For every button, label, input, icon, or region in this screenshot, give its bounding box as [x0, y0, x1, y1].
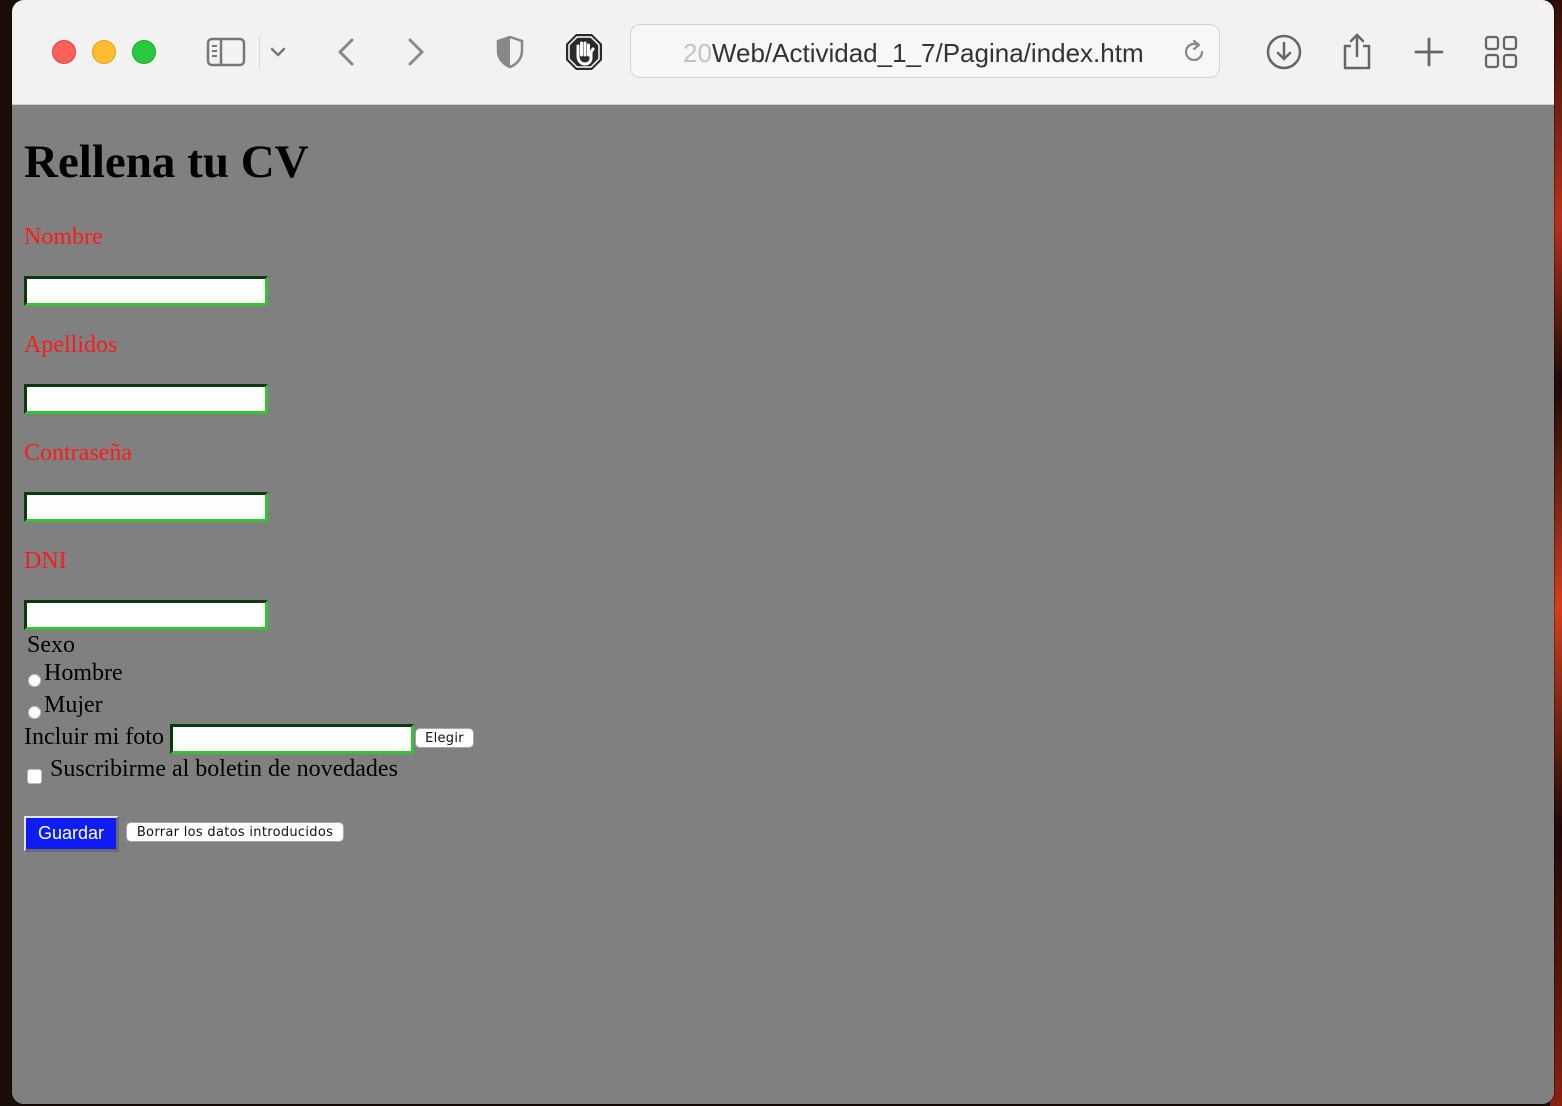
share-icon[interactable] — [1337, 32, 1377, 72]
reload-icon[interactable] — [1179, 37, 1209, 67]
plus-icon[interactable] — [1409, 32, 1449, 72]
foto-file-field[interactable] — [170, 724, 414, 754]
address-url: 20Web/Actividad_1_7/Pagina/index.htm — [683, 38, 1144, 68]
browser-window: 20Web/Actividad_1_7/Pagina/index.htm Rel… — [12, 0, 1554, 1104]
page-title: Rellena tu CV — [24, 136, 309, 188]
mujer-label: Mujer — [44, 692, 103, 718]
boletin-label: Suscribirme al boletin de novedades — [50, 756, 398, 782]
download-icon[interactable] — [1264, 32, 1304, 72]
back-icon[interactable] — [326, 32, 366, 72]
sidebar-icon[interactable] — [206, 32, 246, 72]
nombre-label: Nombre — [24, 224, 103, 250]
window-zoom-button[interactable] — [132, 40, 156, 64]
tabs-grid-icon[interactable] — [1481, 32, 1521, 72]
dni-label: DNI — [24, 548, 67, 574]
hombre-label: Hombre — [44, 660, 123, 686]
forward-icon[interactable] — [396, 32, 436, 72]
contrasena-input[interactable] — [24, 492, 268, 522]
address-bar[interactable]: 20Web/Actividad_1_7/Pagina/index.htm — [630, 24, 1220, 78]
hombre-radio[interactable] — [28, 674, 41, 687]
save-button[interactable]: Guardar — [24, 816, 119, 852]
toolbar-divider — [259, 36, 260, 70]
window-minimize-button[interactable] — [92, 40, 116, 64]
browser-toolbar: 20Web/Actividad_1_7/Pagina/index.htm — [12, 0, 1554, 105]
reset-button[interactable]: Borrar los datos introducidos — [126, 822, 344, 842]
sexo-legend: Sexo — [27, 632, 75, 658]
dni-input[interactable] — [24, 600, 268, 630]
chevron-down-icon[interactable] — [268, 32, 288, 72]
contrasena-label: Contraseña — [24, 440, 132, 466]
nombre-input[interactable] — [24, 276, 268, 306]
apellidos-input[interactable] — [24, 384, 268, 414]
boletin-checkbox[interactable] — [27, 769, 42, 784]
mujer-radio[interactable] — [28, 706, 41, 719]
choose-file-button[interactable]: Elegir — [415, 728, 474, 748]
page-content: Rellena tu CV Nombre Apellidos Contraseñ… — [12, 105, 1554, 1104]
window-close-button[interactable] — [52, 40, 76, 64]
foto-label: Incluir mi foto — [24, 724, 164, 750]
hand-stop-icon[interactable] — [564, 32, 604, 72]
shield-icon[interactable] — [490, 32, 530, 72]
apellidos-label: Apellidos — [24, 332, 118, 358]
